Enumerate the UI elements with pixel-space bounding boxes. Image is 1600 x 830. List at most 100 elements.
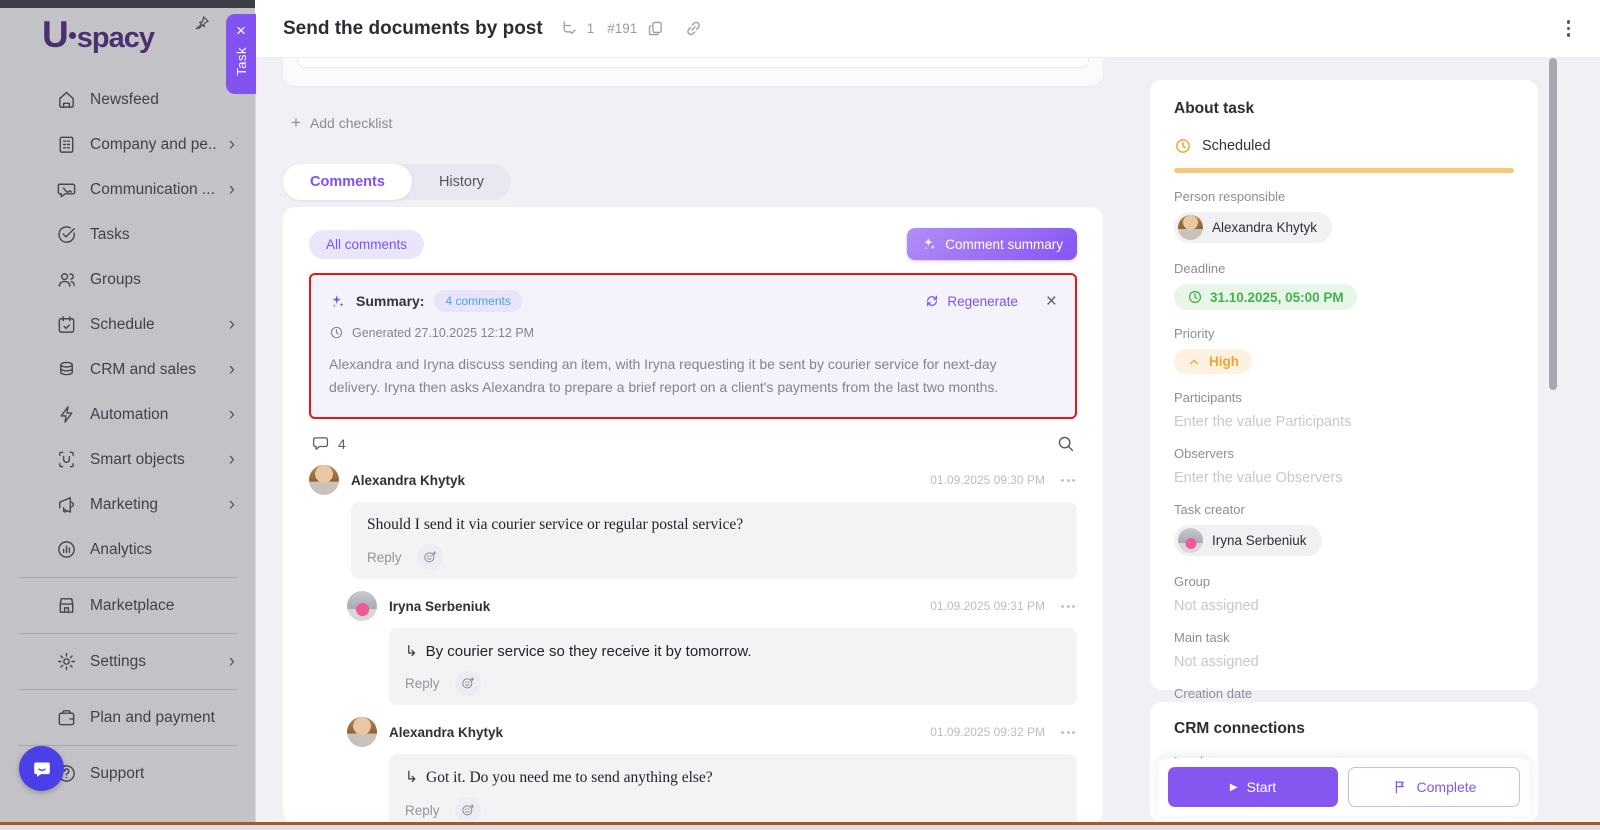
summary-generated-at: Generated 27.10.2025 12:12 PM (352, 326, 534, 340)
sidebar: Uspacy Newsfeed Company and pe... › Comm… (0, 0, 256, 830)
task-panel-tab[interactable]: × Task (226, 14, 256, 94)
avatar (1178, 215, 1203, 240)
field-label: Person responsible (1174, 189, 1514, 204)
comment-bubble: Should I send it via courier service or … (351, 502, 1077, 579)
close-icon[interactable]: × (1046, 292, 1057, 311)
link-icon[interactable] (684, 19, 703, 38)
kebab-menu-icon[interactable] (1563, 16, 1575, 41)
summary-comment-count-badge[interactable]: 4 comments (434, 290, 521, 312)
tab-history[interactable]: History (412, 164, 511, 200)
play-icon: ▶ (1230, 782, 1238, 793)
comment-menu-icon[interactable] (1059, 601, 1077, 612)
sidebar-item-settings[interactable]: Settings › (0, 639, 255, 684)
crm-title: CRM connections (1174, 720, 1514, 738)
reply-button[interactable]: Reply (367, 550, 402, 565)
start-button[interactable]: ▶ Start (1168, 767, 1338, 807)
comment-bubble: ↳By courier service so they receive it b… (389, 628, 1077, 705)
avatar[interactable] (309, 465, 339, 495)
avatar[interactable] (347, 717, 377, 747)
status-badge[interactable]: Scheduled (1202, 138, 1271, 154)
comment-menu-icon[interactable] (1059, 727, 1077, 738)
analytics-icon (56, 539, 77, 560)
comment-timestamp: 01.09.2025 09:30 PM (930, 473, 1045, 487)
status-progress-bar (1174, 168, 1514, 173)
sidebar-divider (18, 633, 237, 634)
sidebar-item-automation[interactable]: Automation › (0, 392, 255, 437)
chevron-right-icon: › (229, 652, 235, 671)
reply-arrow-icon: ↳ (405, 642, 418, 660)
settings-icon (56, 651, 77, 672)
sidebar-item-groups[interactable]: Groups (0, 257, 255, 302)
crm-icon (56, 359, 77, 380)
page-title: Send the documents by post (283, 18, 543, 40)
sidebar-item-marketplace[interactable]: Marketplace (0, 583, 255, 628)
clock-icon (329, 325, 344, 340)
comment-menu-icon[interactable] (1059, 475, 1077, 486)
summary-title: Summary: (356, 293, 424, 309)
sidebar-item-schedule[interactable]: Schedule › (0, 302, 255, 347)
main-task-value[interactable]: Not assigned (1174, 654, 1514, 670)
task-creator-pill[interactable]: Iryna Serbeniuk (1174, 525, 1322, 556)
flag-icon (1392, 779, 1408, 795)
comment-text: Should I send it via courier service or … (367, 516, 743, 534)
group-value[interactable]: Not assigned (1174, 598, 1514, 614)
plus-icon: + (291, 113, 301, 133)
close-icon[interactable]: × (236, 22, 246, 39)
sidebar-item-newsfeed[interactable]: Newsfeed (0, 77, 255, 122)
comment-item: Iryna Serbeniuk 01.09.2025 09:31 PM ↳By … (347, 591, 1077, 705)
person-responsible-pill[interactable]: Alexandra Khytyk (1174, 212, 1332, 243)
ai-summary-panel: Summary: 4 comments Regenerate × Generat… (309, 273, 1077, 419)
about-task-panel: About task Scheduled Person responsible … (1150, 80, 1538, 690)
marketplace-icon (56, 595, 77, 616)
avatar[interactable] (347, 591, 377, 621)
subtasks-icon[interactable] (559, 19, 578, 38)
about-task-title: About task (1174, 100, 1514, 118)
field-label: Observers (1174, 446, 1514, 461)
comment-summary-button[interactable]: Comment summary (907, 228, 1077, 260)
comment-count: 4 (338, 436, 346, 452)
sidebar-item-tasks[interactable]: Tasks (0, 212, 255, 257)
comment-bubble: ↳Got it. Do you need me to send anything… (389, 754, 1077, 823)
deadline-pill[interactable]: 31.10.2025, 05:00 PM (1174, 284, 1357, 310)
comment-author: Alexandra Khytyk (389, 725, 503, 740)
add-reaction-icon[interactable] (417, 544, 443, 570)
add-reaction-icon[interactable] (455, 670, 481, 696)
sidebar-item-smart-objects[interactable]: Smart objects › (0, 437, 255, 482)
pin-icon[interactable] (193, 14, 211, 32)
chevron-right-icon: › (229, 495, 235, 514)
chevron-right-icon: › (229, 135, 235, 154)
reply-button[interactable]: Reply (405, 803, 440, 818)
chevron-right-icon: › (229, 450, 235, 469)
copy-icon[interactable] (646, 19, 665, 38)
regenerate-button[interactable]: Regenerate (924, 293, 1018, 309)
bottom-edge-strip (0, 825, 1600, 830)
chevron-right-icon: › (229, 315, 235, 334)
search-icon[interactable] (1056, 434, 1075, 453)
observers-placeholder[interactable]: Enter the value Observers (1174, 470, 1514, 486)
sidebar-item-marketing[interactable]: Marketing › (0, 482, 255, 527)
uspacy-logo: Uspacy (42, 16, 154, 53)
add-checklist-button[interactable]: + Add checklist (291, 113, 392, 133)
all-comments-filter[interactable]: All comments (309, 230, 424, 259)
comment-item: Alexandra Khytyk 01.09.2025 09:30 PM Sho… (309, 465, 1077, 579)
scrollbar-thumb[interactable] (1549, 58, 1557, 390)
participants-placeholder[interactable]: Enter the value Participants (1174, 414, 1514, 430)
reply-button[interactable]: Reply (405, 676, 440, 691)
comment-author: Alexandra Khytyk (351, 473, 465, 488)
add-reaction-icon[interactable] (455, 797, 481, 823)
chevron-up-icon (1187, 355, 1201, 369)
sidebar-item-communication[interactable]: Communication ... › (0, 167, 255, 212)
comment-timestamp: 01.09.2025 09:31 PM (930, 599, 1045, 613)
complete-button[interactable]: Complete (1348, 767, 1520, 807)
sidebar-item-crm-and-sales[interactable]: CRM and sales › (0, 347, 255, 392)
sidebar-divider (18, 689, 237, 690)
tab-comments[interactable]: Comments (283, 164, 412, 200)
support-chat-button[interactable] (19, 746, 64, 791)
sidebar-item-company-and-people[interactable]: Company and pe... › (0, 122, 255, 167)
field-label: Task creator (1174, 502, 1514, 517)
sidebar-item-plan-and-payment[interactable]: Plan and payment (0, 695, 255, 740)
sidebar-item-analytics[interactable]: Analytics (0, 527, 255, 572)
priority-pill[interactable]: High (1174, 349, 1252, 374)
status-clock-icon (1174, 137, 1192, 155)
chat-bubble-icon (30, 757, 54, 781)
